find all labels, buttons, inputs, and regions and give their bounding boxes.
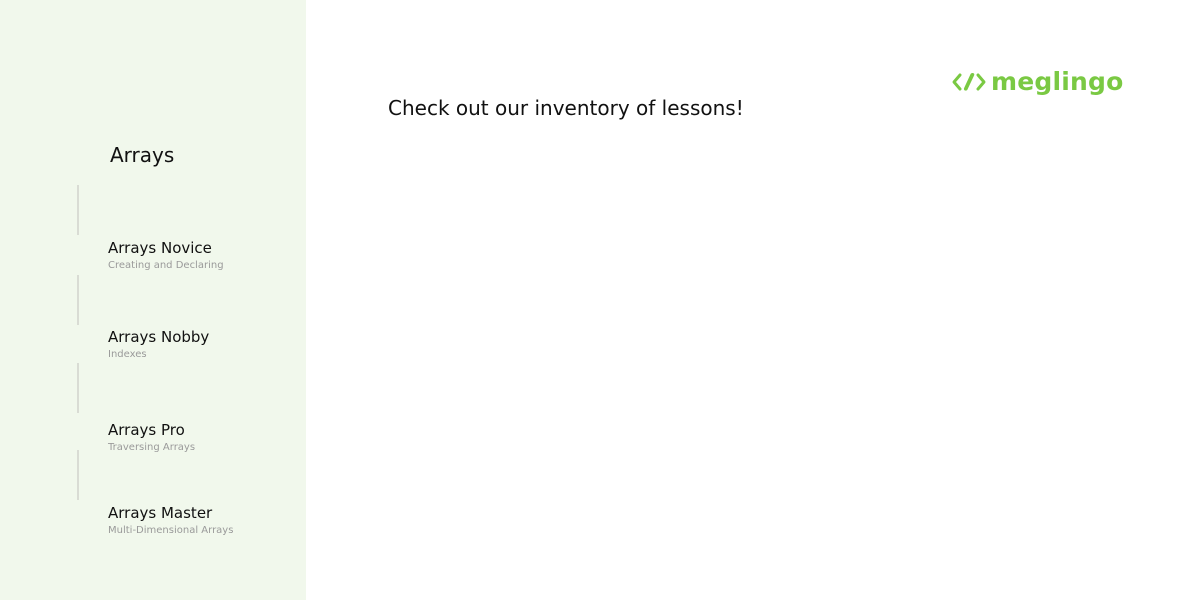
lesson-title: Arrays Nobby bbox=[108, 328, 210, 346]
timeline-connector bbox=[77, 363, 79, 413]
lesson-subtitle: Creating and Declaring bbox=[108, 260, 224, 271]
lesson-item-arrays-pro[interactable]: Arrays Pro Traversing Arrays bbox=[108, 421, 298, 454]
lesson-item-arrays-nobby[interactable]: Arrays Nobby Indexes bbox=[108, 328, 298, 361]
page: Arrays Arrays Novice Creating and Declar… bbox=[0, 0, 1200, 600]
lesson-title: Arrays Novice bbox=[108, 239, 212, 257]
lesson-subtitle: Indexes bbox=[108, 349, 147, 360]
lesson-item-arrays-master[interactable]: Arrays Master Multi-Dimensional Arrays bbox=[108, 504, 298, 537]
lesson-subtitle: Traversing Arrays bbox=[108, 442, 196, 453]
sidebar-title: Arrays bbox=[110, 143, 175, 167]
timeline-connector bbox=[77, 275, 79, 325]
timeline-connector bbox=[77, 450, 79, 500]
lesson-subtitle: Multi-Dimensional Arrays bbox=[108, 525, 234, 536]
lesson-title: Arrays Master bbox=[108, 504, 213, 522]
code-brackets-icon bbox=[952, 73, 986, 91]
brand-name: meglingo bbox=[991, 67, 1124, 96]
timeline-connector bbox=[77, 185, 79, 235]
lesson-title: Arrays Pro bbox=[108, 421, 185, 439]
page-headline: Check out our inventory of lessons! bbox=[388, 96, 744, 120]
sidebar: Arrays Arrays Novice Creating and Declar… bbox=[0, 0, 306, 600]
brand-logo[interactable]: meglingo bbox=[952, 66, 1124, 98]
lesson-item-arrays-novice[interactable]: Arrays Novice Creating and Declaring bbox=[108, 239, 298, 272]
